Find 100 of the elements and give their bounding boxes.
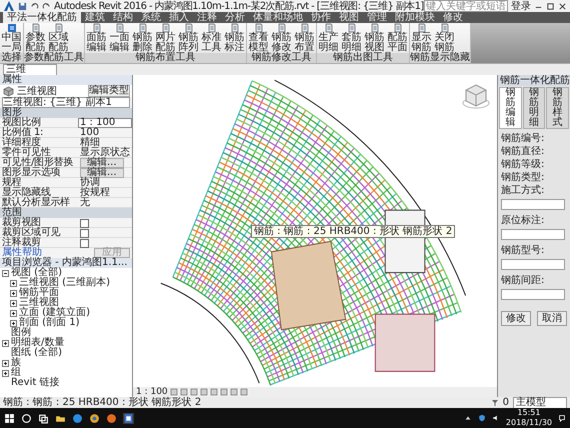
property-label: 视图比例 (1, 118, 41, 128)
help-link[interactable]: 属性帮助 (2, 248, 42, 258)
edit-button[interactable]: 编辑... (80, 168, 124, 178)
windows-logo-icon[interactable] (4, 412, 15, 424)
group-header[interactable]: 范围 (0, 208, 132, 218)
ribbon-button[interactable]: 钢筋删除 (132, 23, 153, 53)
tray-icon[interactable] (464, 414, 472, 422)
ribbon-tab[interactable]: 修改 (439, 12, 467, 23)
close-icon[interactable] (558, 2, 567, 10)
input-field[interactable] (501, 259, 565, 270)
panel-button[interactable]: 修改 (501, 311, 531, 326)
ribbon-button[interactable]: 钢筋修改 (271, 23, 292, 53)
clock[interactable]: 15:51 2018/11/30 (506, 408, 552, 428)
ribbon-tab[interactable]: 注释 (193, 12, 221, 23)
tree-item[interactable]: 图纸 (全部) (11, 348, 62, 358)
ribbon-button[interactable]: 参数配筋 (25, 23, 46, 53)
ribbon-button[interactable]: 关闭钢筋 (434, 23, 455, 53)
ribbon-tab[interactable]: 平法一体化配筋 (3, 12, 81, 23)
input-field[interactable] (501, 289, 565, 300)
tree-item[interactable]: Revit 链接 (11, 378, 60, 388)
circle-icon[interactable] (106, 412, 117, 424)
group-header[interactable]: 图形 (0, 108, 132, 118)
scale-field[interactable]: 1 : 100 (78, 118, 132, 128)
panel-button[interactable]: 取消 (537, 311, 567, 326)
expand-icon[interactable] (10, 300, 17, 306)
ribbon-tab[interactable]: 附加模块 (391, 12, 439, 23)
edit-type-button[interactable]: 编辑类型 (88, 85, 130, 97)
ribbon-button[interactable]: 区域配筋 (48, 23, 69, 53)
model-dropdown[interactable]: 主模型 (513, 396, 567, 408)
ribbon-button[interactable]: 配筋平面 (387, 23, 408, 53)
ribbon-tab[interactable]: 协作 (307, 12, 335, 23)
ribbon-tab[interactable]: 系统 (137, 12, 165, 23)
property-label: 零件可见性 (1, 148, 51, 158)
panel-tab[interactable]: 钢筋明细 (522, 87, 546, 129)
sign-in-link[interactable]: 登录 (511, 0, 531, 12)
property-value: 按规程 (79, 188, 111, 198)
expand-icon[interactable] (2, 370, 9, 376)
shield-icon[interactable] (478, 414, 486, 422)
ribbon-button[interactable]: 中国一局 (1, 23, 22, 53)
ribbon-tab[interactable]: 管理 (363, 12, 391, 23)
expand-icon[interactable] (10, 320, 17, 326)
ribbon-button[interactable]: 钢筋布置 (294, 23, 315, 53)
instance-dropdown[interactable]: 三维视图: {三维} 副本1 (2, 97, 130, 108)
checkbox[interactable] (80, 238, 89, 248)
expand-icon[interactable] (2, 360, 9, 366)
ribbon-tab[interactable]: 分析 (221, 12, 249, 23)
tree-item[interactable]: 图例 (11, 328, 31, 338)
tree-item[interactable]: 剖面 (剖面 1) (19, 318, 80, 328)
checkbox[interactable] (80, 218, 89, 228)
tree-item[interactable]: 钢筋平面 (19, 288, 59, 298)
ribbon-button[interactable]: 一面编辑 (109, 23, 130, 53)
tree-item[interactable]: 组 (11, 368, 21, 378)
checkbox[interactable] (80, 228, 89, 238)
property-label: 显示隐藏线 (1, 188, 51, 198)
ribbon-tab[interactable]: 视图 (335, 12, 363, 23)
ribbon-button[interactable]: 网片配筋 (155, 23, 176, 53)
search-icon[interactable] (21, 412, 32, 424)
task-view-icon[interactable] (38, 412, 49, 424)
expand-icon[interactable] (10, 280, 17, 286)
app-logo-icon[interactable] (3, 0, 15, 12)
tree-item[interactable]: 族 (11, 358, 21, 368)
search-field[interactable]: 键入关键字或短语 (424, 0, 508, 12)
app-window-icon[interactable] (123, 412, 134, 424)
tree-item[interactable]: 立面 (建筑立面) (19, 308, 90, 318)
expand-icon[interactable] (10, 290, 17, 296)
ribbon-button[interactable]: 面筋编辑 (86, 23, 107, 53)
ribbon-tab[interactable]: 插入 (165, 12, 193, 23)
ribbon-button[interactable]: 钢筋标注 (224, 23, 245, 53)
ribbon-button[interactable]: 套筋明细 (341, 23, 362, 53)
save-icon[interactable] (18, 2, 27, 10)
ribbon-button[interactable]: 显示钢筋 (411, 23, 432, 53)
panel-tab[interactable]: 钢筋样式 (546, 87, 570, 129)
redo-icon[interactable] (42, 2, 51, 10)
ribbon-button[interactable]: 生产明细 (318, 23, 339, 53)
collapse-icon[interactable] (2, 270, 9, 276)
selection-count: 0 (502, 397, 509, 408)
ribbon-tab[interactable]: 体量和场地 (249, 12, 307, 23)
panel-label: 钢筋布置工具 (85, 53, 246, 63)
ribbon-button[interactable]: 查看模型 (248, 23, 269, 53)
circle-icon[interactable] (89, 412, 100, 424)
input-field[interactable] (501, 229, 565, 240)
scale-label[interactable]: 1 : 100 (136, 387, 168, 397)
undo-icon[interactable] (30, 2, 39, 10)
maximize-icon[interactable] (546, 2, 555, 10)
tree-item[interactable]: 明细表/数量 (11, 338, 64, 348)
tree-item[interactable]: 三维视图 (三维副本) (19, 278, 110, 288)
speaker-icon[interactable] (492, 414, 500, 422)
ribbon-button[interactable]: 标准工具 (201, 23, 222, 53)
tree-item[interactable]: 视图 (全部) (11, 268, 62, 278)
expand-icon[interactable] (2, 340, 9, 346)
panel-tab[interactable]: 钢筋编辑 (499, 87, 522, 129)
ribbon-tab[interactable]: 建筑 (81, 12, 109, 23)
notification-icon[interactable] (558, 414, 566, 422)
input-field[interactable] (501, 199, 565, 210)
ribbon-tab[interactable]: 结构 (109, 12, 137, 23)
expand-icon[interactable] (10, 310, 17, 316)
edit-button[interactable]: 编辑... (80, 158, 124, 168)
ribbon-button[interactable]: 钢筋视图 (364, 23, 385, 53)
tree-item[interactable]: 三维视图 (19, 298, 59, 308)
ribbon-button[interactable]: 钢筋阵列 (178, 23, 199, 53)
